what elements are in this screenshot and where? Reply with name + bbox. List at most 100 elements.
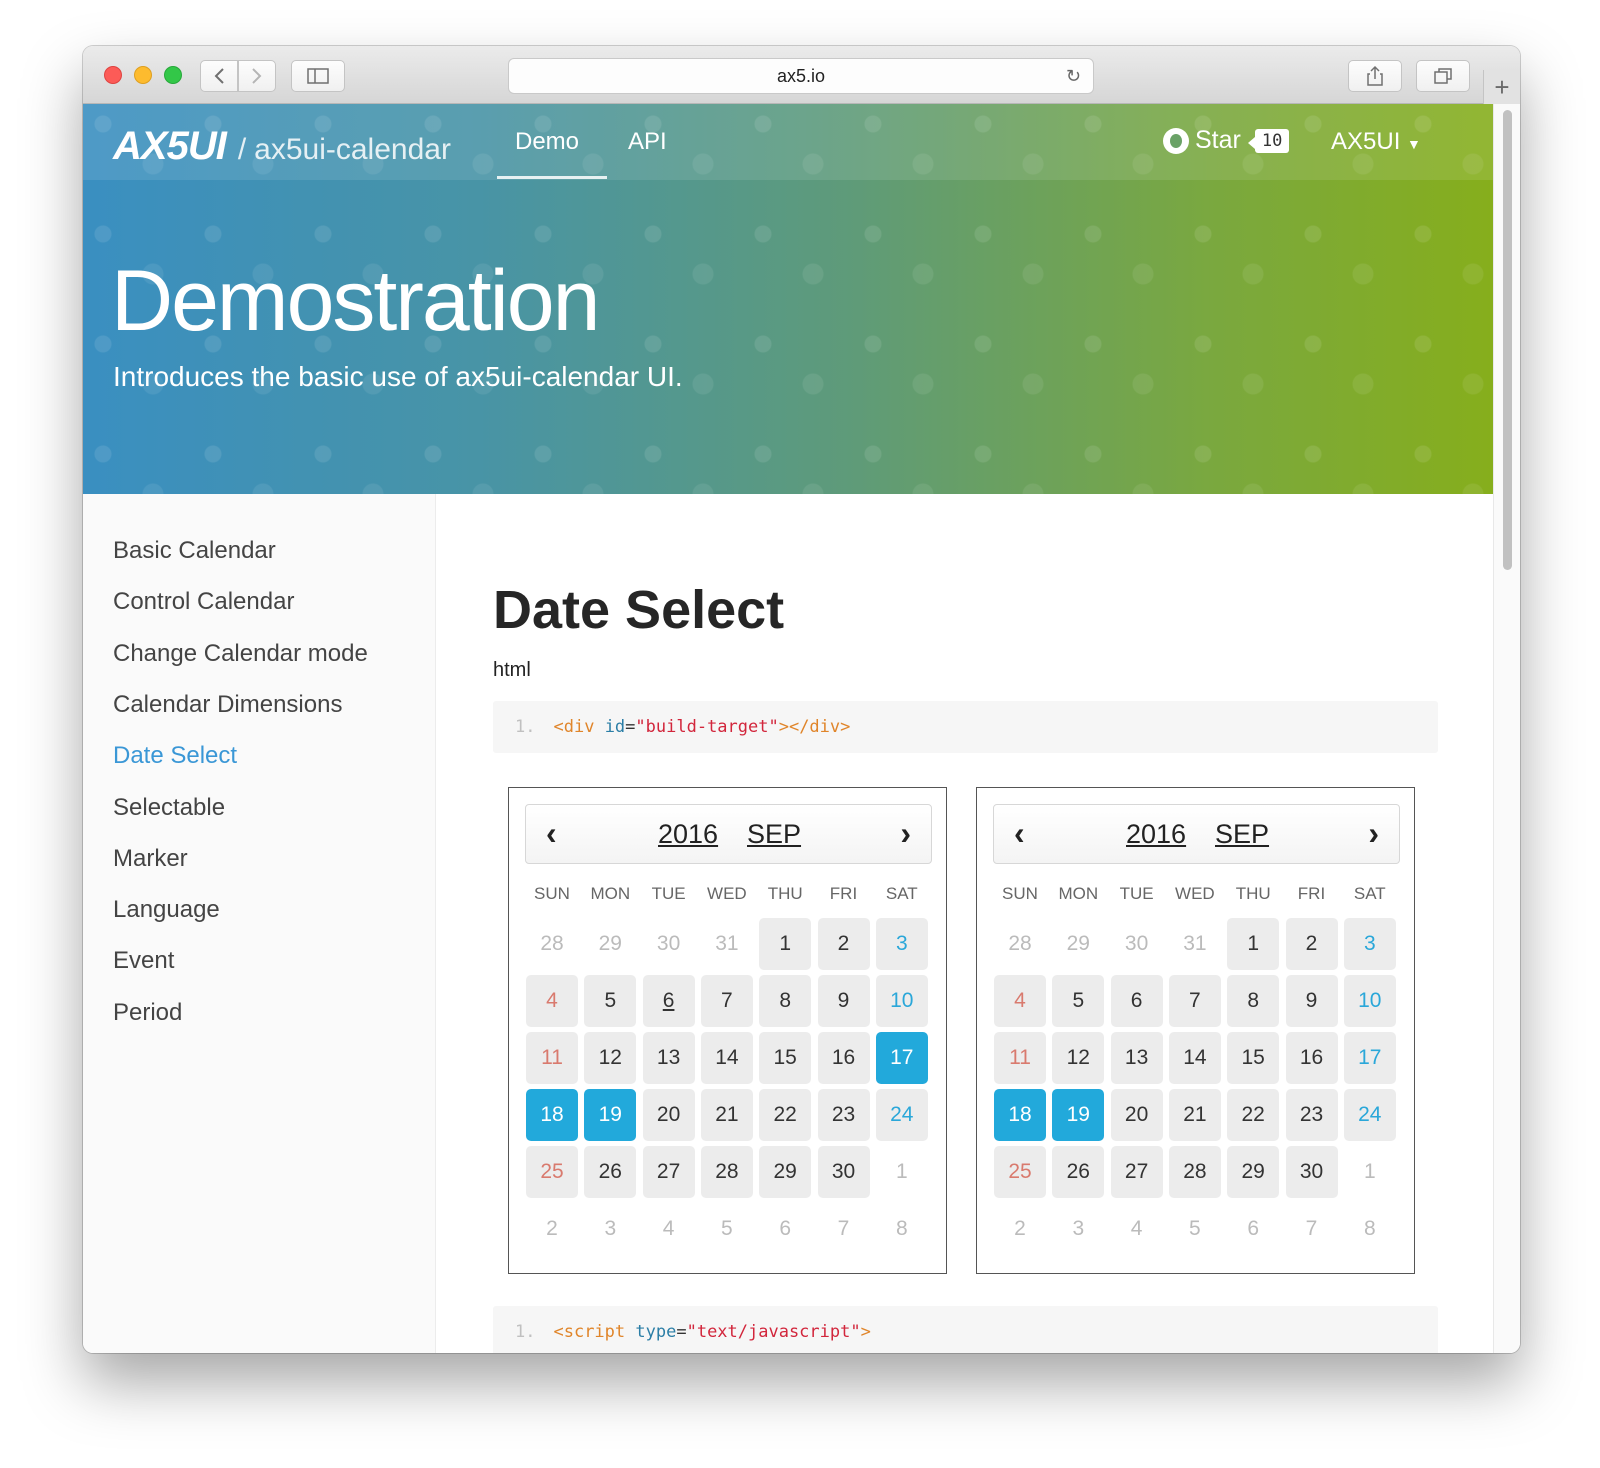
calendar-day[interactable]: 7 xyxy=(1168,975,1221,1027)
calendar-day[interactable]: 25 xyxy=(994,1146,1046,1198)
calendar-day[interactable]: 30 xyxy=(1285,1146,1338,1198)
calendar-day[interactable]: 15 xyxy=(1227,1032,1280,1084)
brand[interactable]: AX5UI / ax5ui-calendar xyxy=(113,124,451,169)
calendar-day[interactable]: 23 xyxy=(1285,1089,1338,1141)
address-bar[interactable]: ax5.io ↻ xyxy=(508,58,1094,94)
calendar-day[interactable]: 14 xyxy=(700,1032,753,1084)
next-month-icon[interactable]: › xyxy=(1368,815,1379,852)
calendar-day[interactable]: 14 xyxy=(1168,1032,1221,1084)
prev-month-icon[interactable]: ‹ xyxy=(546,815,557,852)
calendar-day[interactable]: 17 xyxy=(875,1032,928,1084)
calendar-day[interactable]: 19 xyxy=(1052,1089,1105,1141)
calendar-day[interactable]: 11 xyxy=(526,1032,578,1084)
calendar-day[interactable]: 22 xyxy=(1227,1089,1280,1141)
calendar-day[interactable]: 30 xyxy=(817,1146,870,1198)
calendar-day[interactable]: 27 xyxy=(1110,1146,1163,1198)
calendar-day[interactable]: 21 xyxy=(700,1089,753,1141)
calendar-day[interactable]: 8 xyxy=(759,975,812,1027)
code-tag-open: <script xyxy=(553,1322,626,1342)
sidebar-item[interactable]: Control Calendar xyxy=(113,588,294,616)
sidebar-item[interactable]: Language xyxy=(113,896,220,924)
calendar-day[interactable]: 8 xyxy=(1227,975,1280,1027)
calendar-month[interactable]: SEP xyxy=(1215,819,1269,850)
calendar-day[interactable]: 16 xyxy=(1285,1032,1338,1084)
calendar-day[interactable]: 13 xyxy=(642,1032,695,1084)
minimize-window-button[interactable] xyxy=(134,66,152,84)
sidebar-item[interactable]: Basic Calendar xyxy=(113,537,276,565)
calendar-day[interactable]: 28 xyxy=(1168,1146,1221,1198)
calendar-day[interactable]: 5 xyxy=(584,975,637,1027)
calendar-day[interactable]: 29 xyxy=(759,1146,812,1198)
calendar-day[interactable]: 6 xyxy=(1110,975,1163,1027)
calendar-day[interactable]: 1 xyxy=(1227,918,1280,970)
calendar-day[interactable]: 9 xyxy=(1285,975,1338,1027)
calendar-day[interactable]: 2 xyxy=(1285,918,1338,970)
calendar-year[interactable]: 2016 xyxy=(1126,819,1186,850)
reload-icon[interactable]: ↻ xyxy=(1066,66,1081,87)
github-star-button[interactable]: Star 10 xyxy=(1163,126,1290,155)
zoom-window-button[interactable] xyxy=(164,66,182,84)
sidebar-item[interactable]: Change Calendar mode xyxy=(113,640,368,668)
nav-api-link[interactable]: API xyxy=(628,128,667,156)
show-sidebar-button[interactable] xyxy=(291,60,345,92)
calendar-day[interactable]: 17 xyxy=(1343,1032,1396,1084)
back-button[interactable] xyxy=(200,60,238,92)
calendar-day[interactable]: 20 xyxy=(1110,1089,1163,1141)
calendar-day[interactable]: 29 xyxy=(1227,1146,1280,1198)
calendar-day: 7 xyxy=(837,1217,850,1240)
calendar-day[interactable]: 26 xyxy=(1052,1146,1105,1198)
calendar-day[interactable]: 26 xyxy=(584,1146,637,1198)
calendar-day[interactable]: 24 xyxy=(875,1089,928,1141)
calendar-day[interactable]: 15 xyxy=(759,1032,812,1084)
calendar-day[interactable]: 9 xyxy=(817,975,870,1027)
chevron-left-icon xyxy=(214,68,224,84)
calendar-day[interactable]: 16 xyxy=(817,1032,870,1084)
calendar-day[interactable]: 12 xyxy=(1052,1032,1105,1084)
vertical-scrollbar[interactable] xyxy=(1493,104,1520,1353)
share-button[interactable] xyxy=(1348,60,1402,92)
forward-button[interactable] xyxy=(238,60,276,92)
calendar-day[interactable]: 25 xyxy=(526,1146,578,1198)
calendar-day[interactable]: 22 xyxy=(759,1089,812,1141)
calendar-day[interactable]: 6 xyxy=(642,975,695,1027)
scrollbar-thumb[interactable] xyxy=(1503,110,1512,570)
sidebar-item[interactable]: Selectable xyxy=(113,794,225,822)
calendar-day[interactable]: 13 xyxy=(1110,1032,1163,1084)
calendar-day[interactable]: 11 xyxy=(994,1032,1046,1084)
calendar-day[interactable]: 18 xyxy=(526,1089,578,1141)
calendar-day[interactable]: 20 xyxy=(642,1089,695,1141)
calendar-day[interactable]: 10 xyxy=(875,975,928,1027)
calendar-day[interactable]: 23 xyxy=(817,1089,870,1141)
sidebar-item[interactable]: Period xyxy=(113,999,182,1027)
next-month-icon[interactable]: › xyxy=(900,815,911,852)
calendar-day[interactable]: 5 xyxy=(1052,975,1105,1027)
ax5ui-dropdown[interactable]: AX5UI ▼ xyxy=(1331,128,1421,156)
show-tabs-button[interactable] xyxy=(1416,60,1470,92)
calendar-day[interactable]: 12 xyxy=(584,1032,637,1084)
calendar-day[interactable]: 3 xyxy=(1343,918,1396,970)
sidebar-item[interactable]: Event xyxy=(113,947,174,975)
calendar-day[interactable]: 28 xyxy=(700,1146,753,1198)
calendar-day[interactable]: 4 xyxy=(526,975,578,1027)
calendar-day[interactable]: 19 xyxy=(584,1089,637,1141)
calendar-day[interactable]: 18 xyxy=(994,1089,1046,1141)
close-window-button[interactable] xyxy=(104,66,122,84)
calendar-day: 2 xyxy=(546,1217,558,1240)
calendar-day[interactable]: 24 xyxy=(1343,1089,1396,1141)
calendar-day[interactable]: 10 xyxy=(1343,975,1396,1027)
nav-demo-link[interactable]: Demo xyxy=(515,128,579,156)
sidebar-item[interactable]: Calendar Dimensions xyxy=(113,691,342,719)
calendar-month[interactable]: SEP xyxy=(747,819,801,850)
sidebar-item[interactable]: Marker xyxy=(113,845,188,873)
calendar-day[interactable]: 1 xyxy=(759,918,812,970)
calendar-day[interactable]: 27 xyxy=(642,1146,695,1198)
calendar-day[interactable]: 4 xyxy=(994,975,1046,1027)
calendar-day[interactable]: 3 xyxy=(875,918,928,970)
new-tab-button[interactable]: + xyxy=(1483,70,1520,104)
calendar-day[interactable]: 2 xyxy=(817,918,870,970)
calendar-day[interactable]: 7 xyxy=(700,975,753,1027)
prev-month-icon[interactable]: ‹ xyxy=(1014,815,1025,852)
sidebar-item[interactable]: Date Select xyxy=(113,742,237,770)
calendar-day[interactable]: 21 xyxy=(1168,1089,1221,1141)
calendar-year[interactable]: 2016 xyxy=(658,819,718,850)
